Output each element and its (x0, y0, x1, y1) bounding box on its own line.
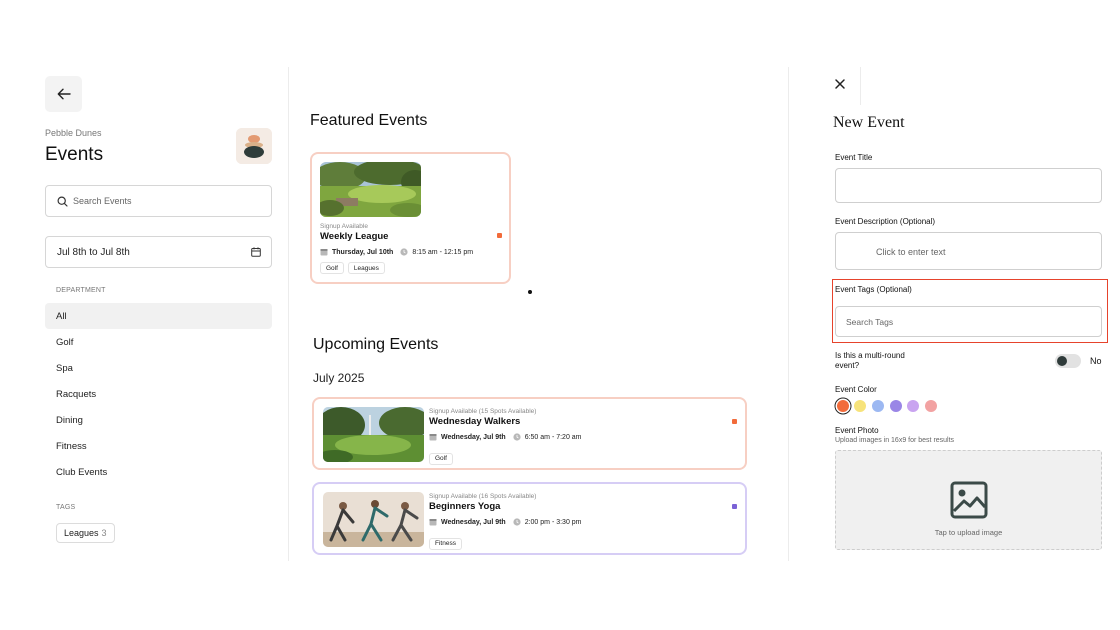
date-range-picker[interactable]: Jul 8th to Jul 8th (45, 236, 272, 268)
event-color-label: Event Color (835, 385, 877, 394)
multi-round-value: No (1090, 356, 1102, 366)
event-tag-chip: Fitness (429, 537, 462, 550)
event-tag-chip: Golf (429, 452, 453, 465)
event-status: Signup Available (15 Spots Available) (429, 408, 537, 415)
featured-events-heading: Featured Events (310, 112, 428, 129)
department-item-racquets[interactable]: Racquets (45, 381, 272, 407)
department-item-all[interactable]: All (45, 303, 272, 329)
carousel-indicator[interactable] (528, 290, 532, 294)
close-button[interactable] (833, 77, 847, 91)
event-color-indicator (497, 233, 502, 238)
search-events-input[interactable]: Search Events (45, 185, 272, 217)
clock-icon (513, 518, 521, 526)
department-item-fitness[interactable]: Fitness (45, 433, 272, 459)
club-logo-icon (236, 128, 272, 164)
search-placeholder: Search Events (73, 196, 132, 206)
arrow-left-icon (57, 88, 71, 100)
event-name: Weekly League (320, 231, 389, 242)
event-photo (320, 162, 421, 217)
calendar-icon (251, 247, 261, 257)
event-title-input[interactable] (835, 168, 1102, 203)
event-tag-chip: Golf (320, 262, 344, 274)
tag-filter-leagues[interactable]: Leagues 3 (56, 523, 115, 543)
date-range-value: Jul 8th to Jul 8th (57, 246, 130, 258)
tag-count: 3 (101, 528, 107, 538)
toggle-knob (1057, 356, 1067, 366)
event-tag-chip: Leagues (347, 262, 385, 274)
image-upload-zone[interactable]: Tap to upload image (835, 450, 1102, 550)
month-label: July 2025 (313, 371, 365, 385)
description-placeholder: Click to enter text (876, 247, 946, 257)
department-heading: DEPARTMENT (56, 287, 106, 294)
color-swatch-lavender[interactable] (907, 400, 919, 412)
event-tags-label: Event Tags (Optional) (835, 285, 912, 294)
event-status: Signup Available (320, 223, 368, 230)
event-schedule: Wednesday, Jul 9th 2:00 pm - 3:30 pm (429, 518, 582, 526)
close-icon (835, 79, 845, 89)
event-name: Beginners Yoga (429, 501, 501, 512)
multi-round-label: Is this a multi-round event? (835, 351, 905, 370)
panel-divider (788, 67, 789, 561)
panel-divider (288, 67, 289, 561)
tags-heading: TAGS (56, 504, 76, 511)
form-title: New Event (833, 114, 905, 131)
tag-label: Leagues (64, 528, 99, 538)
calendar-icon (429, 434, 437, 441)
search-icon (57, 195, 68, 207)
color-swatch-pink[interactable] (925, 400, 937, 412)
upcoming-event-card[interactable]: Signup Available (16 Spots Available) Be… (312, 482, 747, 555)
color-swatch-purple[interactable] (890, 400, 902, 412)
calendar-icon (429, 519, 437, 526)
featured-event-card[interactable]: Signup Available Weekly League Thursday,… (310, 152, 511, 284)
event-photo (323, 492, 424, 547)
clock-icon (400, 248, 408, 256)
image-icon (950, 481, 988, 519)
event-status: Signup Available (16 Spots Available) (429, 493, 537, 500)
event-photo (323, 407, 424, 462)
tags-placeholder: Search Tags (846, 317, 894, 327)
event-color-indicator (732, 504, 737, 509)
calendar-icon (320, 249, 328, 256)
department-item-golf[interactable]: Golf (45, 329, 272, 355)
upcoming-events-heading: Upcoming Events (313, 336, 439, 353)
upload-hint: Tap to upload image (934, 528, 1003, 537)
color-swatch-orange[interactable] (837, 400, 849, 412)
event-schedule: Wednesday, Jul 9th 6:50 am - 7:20 am (429, 433, 582, 441)
event-time: 8:15 am - 12:15 pm (412, 248, 474, 256)
department-item-club-events[interactable]: Club Events (45, 459, 272, 485)
upcoming-event-card[interactable]: Signup Available (15 Spots Available) We… (312, 397, 747, 470)
color-swatch-blue[interactable] (872, 400, 884, 412)
event-description-label: Event Description (Optional) (835, 217, 936, 226)
department-item-spa[interactable]: Spa (45, 355, 272, 381)
event-schedule: Thursday, Jul 10th 8:15 am - 12:15 pm (320, 248, 473, 256)
event-photo-label: Event Photo (835, 426, 879, 435)
event-time: 2:00 pm - 3:30 pm (524, 518, 582, 526)
back-button[interactable] (45, 76, 82, 112)
event-title-label: Event Title (835, 153, 873, 162)
event-info: Signup Available (15 Spots Available) We… (429, 408, 582, 465)
event-date: Thursday, Jul 10th (332, 248, 394, 256)
event-name: Wednesday Walkers (429, 416, 521, 427)
event-time: 6:50 am - 7:20 am (524, 433, 582, 441)
multi-round-toggle[interactable] (1055, 354, 1081, 368)
photo-hint: Upload images in 16x9 for best results (835, 437, 955, 444)
avatar[interactable] (236, 128, 272, 164)
event-tags-input[interactable]: Search Tags (835, 306, 1102, 337)
department-list: All Golf Spa Racquets Dining Fitness Clu… (45, 303, 272, 485)
event-description-input[interactable]: Click to enter text (835, 232, 1102, 270)
event-info: Signup Available (16 Spots Available) Be… (429, 493, 582, 550)
clock-icon (513, 433, 521, 441)
club-name: Pebble Dunes (45, 128, 102, 138)
header-divider (860, 67, 861, 105)
event-date: Wednesday, Jul 9th (441, 518, 506, 526)
page-title: Events (45, 144, 104, 165)
event-color-indicator (732, 419, 737, 424)
department-item-dining[interactable]: Dining (45, 407, 272, 433)
color-swatch-yellow[interactable] (854, 400, 866, 412)
event-date: Wednesday, Jul 9th (441, 433, 506, 441)
